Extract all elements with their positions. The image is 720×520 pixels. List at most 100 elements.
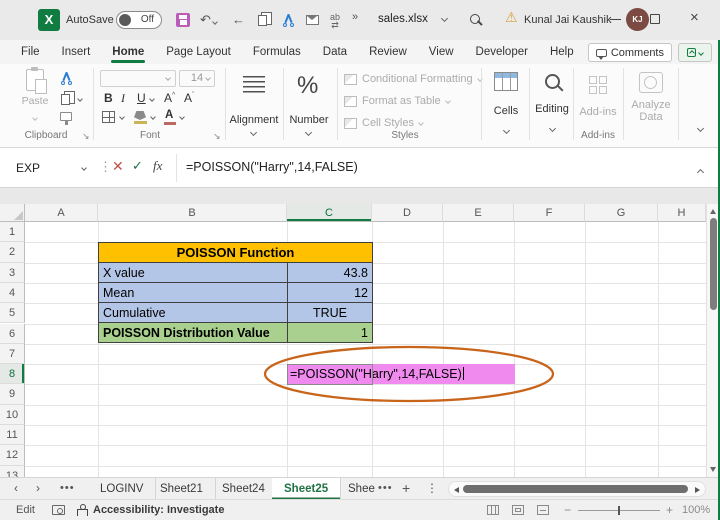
row-header-8[interactable]: 8: [0, 364, 25, 384]
more-sheets-icon[interactable]: •••: [378, 482, 393, 494]
row-value[interactable]: 43.8: [288, 263, 373, 283]
row-header-12[interactable]: 12: [0, 445, 25, 465]
font-color-chevron-icon[interactable]: [179, 114, 185, 120]
sheet-tab-sheet25[interactable]: Sheet25: [272, 478, 341, 500]
tab-formulas[interactable]: Formulas: [242, 40, 312, 64]
tab-data[interactable]: Data: [312, 40, 358, 64]
cut-icon[interactable]: [282, 14, 295, 27]
bold-button[interactable]: B: [104, 91, 113, 105]
row-label[interactable]: X value: [99, 263, 288, 283]
formula-input[interactable]: =POISSON("Harry",14,FALSE): [186, 160, 358, 174]
tab-page-layout[interactable]: Page Layout: [155, 40, 242, 64]
underline-button[interactable]: U: [137, 91, 146, 105]
row-label[interactable]: Mean: [99, 283, 288, 303]
sheet-tab-sheet21[interactable]: Sheet21: [148, 478, 216, 500]
number-button[interactable]: Number: [284, 114, 334, 126]
tab-help[interactable]: Help: [539, 40, 585, 64]
scroll-up-icon[interactable]: [710, 209, 716, 214]
fill-chevron-icon[interactable]: [150, 114, 156, 120]
font-color-icon[interactable]: A: [165, 109, 173, 121]
ribbon-cut-icon[interactable]: [60, 72, 73, 85]
copy-icon[interactable]: [258, 15, 267, 26]
undo-icon[interactable]: ↶: [200, 12, 217, 28]
row-header-2[interactable]: 2: [0, 242, 25, 262]
row-label[interactable]: POISSON Distribution Value: [99, 323, 288, 343]
increase-font-button[interactable]: A^: [164, 91, 175, 105]
select-all-corner[interactable]: [0, 204, 25, 222]
autosave-toggle[interactable]: Off: [116, 11, 162, 29]
macro-record-icon[interactable]: [52, 505, 65, 515]
add-ins-button[interactable]: Add-ins: [576, 76, 620, 118]
zoom-out-icon[interactable]: −: [564, 503, 571, 517]
conditional-formatting-button[interactable]: Conditional Formatting: [344, 73, 482, 85]
tab-review[interactable]: Review: [358, 40, 418, 64]
copy-chevron-icon[interactable]: [77, 96, 83, 102]
font-dialog-launcher[interactable]: ↘: [213, 131, 221, 142]
sheet-tab-sheet24[interactable]: Sheet24: [210, 478, 278, 500]
row-header-3[interactable]: 3: [0, 263, 25, 283]
fill-color-icon[interactable]: [134, 111, 146, 120]
formula-bar-collapse-icon[interactable]: [698, 162, 703, 180]
next-sheet-icon[interactable]: ›: [36, 481, 40, 495]
column-header-B[interactable]: B: [98, 204, 287, 222]
analyze-data-button[interactable]: Analyze Data: [628, 72, 674, 123]
column-header-H[interactable]: H: [658, 204, 706, 222]
column-header-G[interactable]: G: [585, 204, 658, 222]
tab-view[interactable]: View: [418, 40, 465, 64]
column-header-C[interactable]: C: [287, 204, 372, 222]
tab-file[interactable]: File: [10, 40, 51, 64]
zoom-slider-thumb[interactable]: [618, 506, 620, 515]
sheet-tab-clipped[interactable]: Shee: [336, 478, 376, 500]
back-arrow-icon[interactable]: ←: [232, 12, 245, 27]
vertical-scroll-thumb[interactable]: [710, 218, 717, 310]
row-header-7[interactable]: 7: [0, 344, 25, 364]
sheet-options-icon[interactable]: ⋮: [426, 481, 438, 495]
row-header-5[interactable]: 5: [0, 303, 25, 323]
cells-button[interactable]: Cells: [486, 72, 526, 138]
worksheet-grid[interactable]: ABCDEFGH 12345678910111213 POISSON Funct…: [0, 204, 720, 477]
clipboard-dialog-launcher[interactable]: ↘: [82, 131, 90, 142]
ribbon-collapse-icon[interactable]: [697, 125, 704, 132]
translate-icon[interactable]: ab⇄: [330, 13, 340, 29]
horizontal-scroll-thumb[interactable]: [463, 485, 688, 493]
more-commands-chevron[interactable]: »: [352, 11, 358, 23]
row-header-4[interactable]: 4: [0, 283, 25, 303]
row-header-1[interactable]: 1: [0, 222, 25, 242]
font-name-select[interactable]: [100, 70, 176, 87]
name-box[interactable]: EXP: [6, 155, 94, 181]
comments-button[interactable]: Comments: [588, 43, 672, 62]
row-header-10[interactable]: 10: [0, 405, 25, 425]
borders-chevron-icon[interactable]: [119, 114, 125, 120]
row-label[interactable]: Cumulative: [99, 303, 288, 323]
tab-developer[interactable]: Developer: [465, 40, 539, 64]
column-header-A[interactable]: A: [25, 204, 98, 222]
file-menu-chevron-icon[interactable]: [441, 15, 448, 22]
share-button[interactable]: [678, 43, 712, 62]
mail-icon[interactable]: [306, 15, 319, 25]
row-value[interactable]: 1: [288, 323, 373, 343]
minimize-button[interactable]: [610, 19, 621, 20]
zoom-level[interactable]: 100%: [682, 504, 710, 516]
avatar[interactable]: KJ: [626, 8, 649, 31]
alignment-button[interactable]: Alignment: [228, 114, 280, 126]
row-header-9[interactable]: 9: [0, 384, 25, 404]
save-icon[interactable]: [176, 13, 190, 27]
row-header-11[interactable]: 11: [0, 425, 25, 445]
close-button[interactable]: ×: [690, 9, 699, 26]
normal-view-icon[interactable]: [487, 505, 499, 515]
insert-function-icon[interactable]: fx: [153, 158, 162, 174]
row-header-13[interactable]: 13: [0, 466, 25, 477]
decrease-font-button[interactable]: Aˇ: [184, 91, 194, 105]
borders-icon[interactable]: [102, 111, 115, 123]
cancel-entry-icon[interactable]: ✕: [112, 158, 124, 175]
tab-insert[interactable]: Insert: [51, 40, 102, 64]
new-sheet-icon[interactable]: +: [402, 480, 410, 496]
confirm-entry-icon[interactable]: ✓: [132, 158, 143, 174]
editing-button[interactable]: Editing: [532, 74, 572, 136]
row-header-6[interactable]: 6: [0, 324, 25, 344]
prev-sheet-icon[interactable]: ‹: [14, 481, 18, 495]
scroll-right-icon[interactable]: [695, 487, 700, 493]
zoom-in-icon[interactable]: +: [666, 503, 673, 517]
column-header-E[interactable]: E: [443, 204, 514, 222]
ribbon-copy-icon[interactable]: [61, 94, 70, 105]
